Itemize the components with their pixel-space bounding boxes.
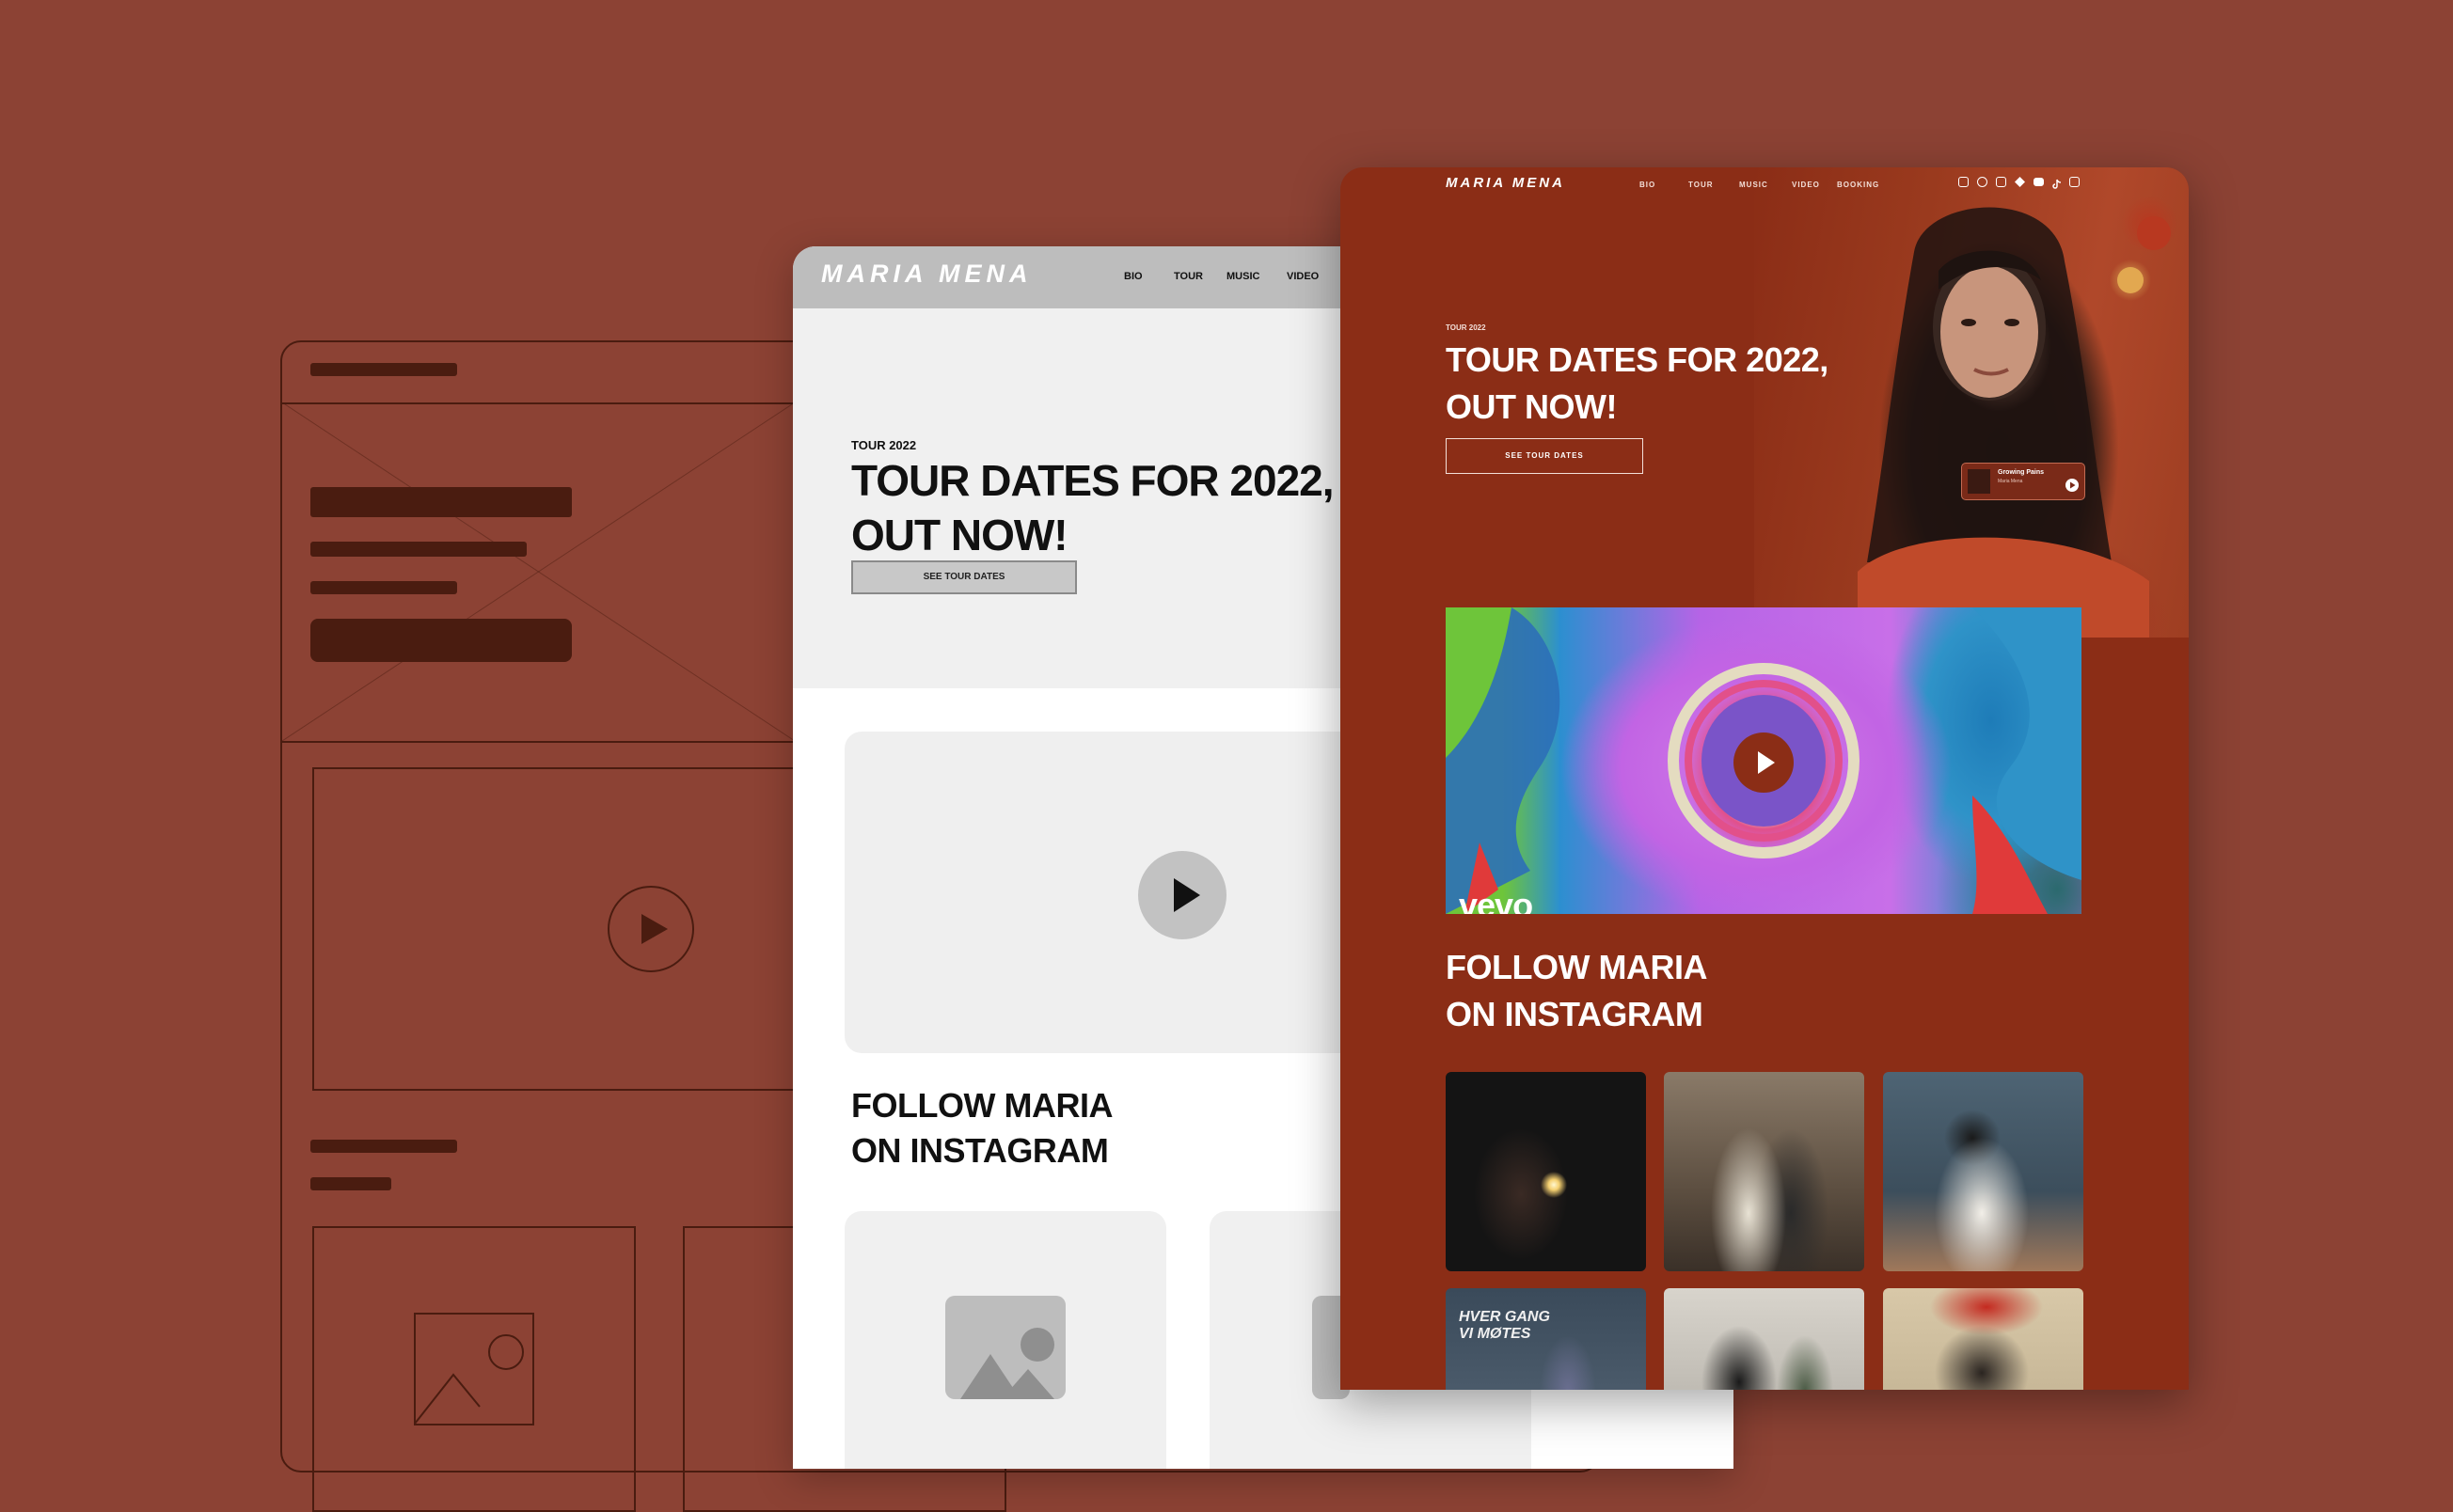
- site-see-tour-dates-button[interactable]: SEE TOUR DATES: [1446, 438, 1643, 474]
- instagram-post[interactable]: [1883, 1072, 2083, 1271]
- wire-title-bar: [310, 487, 572, 517]
- wire-follow-bar-short: [310, 1177, 391, 1190]
- site-nav-tour[interactable]: TOUR: [1688, 181, 1714, 189]
- site-follow-line2: ON INSTAGRAM: [1446, 995, 1703, 1033]
- instagram-post[interactable]: [1446, 1072, 1646, 1271]
- player-album-art: [1968, 469, 1990, 494]
- site-nav-music[interactable]: MUSIC: [1739, 181, 1768, 189]
- play-icon: [1174, 878, 1200, 912]
- wire-subtitle-bar: [310, 542, 527, 557]
- grey-title-line2: OUT NOW!: [851, 511, 1068, 559]
- grey-logo[interactable]: MARIA MENA: [821, 260, 1033, 289]
- video-play-button[interactable]: [1733, 732, 1794, 793]
- wire-hero-divider: [282, 741, 795, 743]
- wire-follow-bar: [310, 1140, 457, 1153]
- grey-follow-line1: FOLLOW MARIA: [851, 1086, 1113, 1125]
- play-icon: [1758, 751, 1775, 774]
- wire-play-icon: [608, 886, 694, 972]
- image-placeholder-icon: [945, 1296, 1066, 1399]
- player-play-icon[interactable]: [2065, 479, 2079, 492]
- wire-text-bar: [310, 581, 457, 594]
- instagram-post[interactable]: [1883, 1288, 2083, 1390]
- grey-follow-line2: ON INSTAGRAM: [851, 1131, 1109, 1170]
- spotify-icon[interactable]: [1977, 177, 1987, 187]
- site-eyebrow: TOUR 2022: [1446, 323, 1486, 332]
- instagram-post[interactable]: HVER GANG VI MØTES: [1446, 1288, 1646, 1390]
- grey-title-line1: TOUR DATES FOR 2022,: [851, 456, 1335, 505]
- site-follow-heading: FOLLOW MARIA ON INSTAGRAM: [1446, 944, 1707, 1038]
- grey-nav-tour[interactable]: TOUR: [1174, 271, 1203, 282]
- wire-hero-cross: [282, 402, 795, 741]
- site-nav-video[interactable]: VIDEO: [1792, 181, 1820, 189]
- site-title-line2: OUT NOW!: [1446, 387, 1617, 426]
- grey-nav-bio[interactable]: BIO: [1124, 271, 1143, 282]
- grey-play-button[interactable]: [1138, 851, 1226, 939]
- vevo-logo: vevo: [1459, 886, 1533, 914]
- apple-music-icon[interactable]: [1996, 177, 2006, 187]
- facebook-icon[interactable]: [2069, 177, 2080, 187]
- wire-image-icon: [414, 1313, 534, 1425]
- wire-video-box: [312, 767, 805, 1091]
- music-video-embed[interactable]: vevo: [1446, 607, 2081, 914]
- site-nav-booking[interactable]: BOOKING: [1837, 181, 1879, 189]
- site-nav-bio[interactable]: BIO: [1639, 181, 1655, 189]
- player-artist: Maria Mena: [1998, 479, 2023, 484]
- player-track-title: Growing Pains: [1998, 469, 2045, 476]
- youtube-icon[interactable]: [2034, 178, 2044, 186]
- instagram-post[interactable]: [1664, 1288, 1864, 1390]
- wire-logo-bar: [310, 363, 457, 376]
- tiktok-icon[interactable]: [2052, 177, 2063, 189]
- site-hero-title: TOUR DATES FOR 2022, OUT NOW!: [1446, 337, 1828, 431]
- grey-video-placeholder[interactable]: [845, 732, 1409, 1053]
- grey-follow-heading: FOLLOW MARIA ON INSTAGRAM: [851, 1083, 1113, 1173]
- grey-nav-video[interactable]: VIDEO: [1287, 271, 1319, 282]
- instagram-post-text: HVER GANG VI MØTES: [1459, 1309, 1550, 1342]
- grey-nav-music[interactable]: MUSIC: [1226, 271, 1259, 282]
- grey-hero-title: TOUR DATES FOR 2022, OUT NOW!: [851, 453, 1335, 562]
- site-follow-line1: FOLLOW MARIA: [1446, 948, 1707, 986]
- mini-music-player[interactable]: Growing Pains Maria Mena: [1961, 463, 2085, 500]
- grey-see-tour-dates-button[interactable]: SEE TOUR DATES: [851, 560, 1077, 594]
- final-site-card: MARIA MENA BIO TOUR MUSIC VIDEO BOOKING …: [1340, 167, 2189, 1390]
- site-title-line1: TOUR DATES FOR 2022,: [1446, 340, 1828, 379]
- grey-eyebrow: TOUR 2022: [851, 438, 917, 452]
- wire-button-bar: [310, 619, 572, 662]
- instagram-icon[interactable]: [1958, 177, 1969, 187]
- site-logo[interactable]: MARIA MENA: [1446, 175, 1565, 191]
- instagram-post[interactable]: [1664, 1072, 1864, 1271]
